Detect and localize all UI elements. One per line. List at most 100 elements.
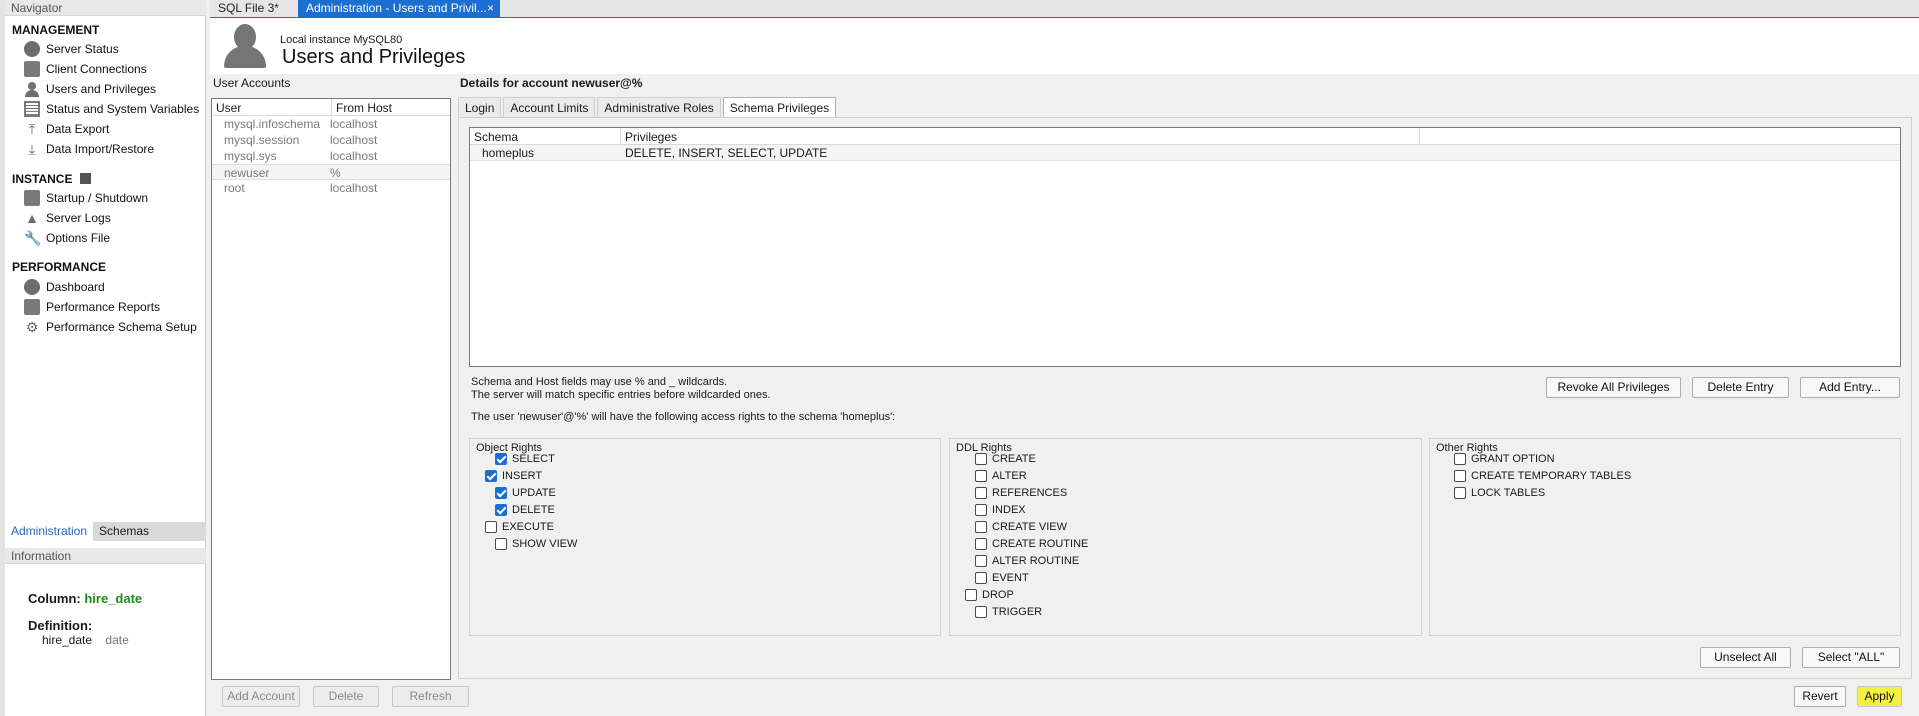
checkbox-references[interactable]: REFERENCES: [975, 487, 1067, 499]
add-account-button[interactable]: Add Account: [222, 686, 300, 707]
tab-schemas[interactable]: Schemas: [93, 522, 155, 541]
checkbox-label: EXECUTE: [502, 521, 554, 533]
checkbox-grant-option[interactable]: GRANT OPTION: [1454, 453, 1555, 465]
checkbox-box: [1454, 453, 1466, 465]
checkbox-box: [1454, 470, 1466, 482]
nav-item-label: Data Export: [46, 122, 110, 136]
checkbox-insert[interactable]: INSERT: [485, 470, 542, 482]
add-entry-button[interactable]: Add Entry...: [1800, 377, 1900, 398]
tab-schema-privileges[interactable]: Schema Privileges: [722, 97, 837, 117]
checkbox-execute[interactable]: EXECUTE: [485, 521, 554, 533]
revert-button[interactable]: Revert: [1794, 686, 1846, 707]
section-management: MANAGEMENT: [12, 23, 100, 37]
column-privileges[interactable]: Privileges: [621, 128, 1420, 144]
checkbox-box: [975, 487, 987, 499]
tab-sql-file-3[interactable]: SQL File 3*: [210, 0, 296, 17]
checkbox-event[interactable]: EVENT: [975, 572, 1029, 584]
checkbox-box: [495, 504, 507, 516]
nav-users-and-privileges[interactable]: Users and Privileges: [24, 80, 156, 98]
table-row-selected[interactable]: newuser %: [212, 164, 450, 180]
select-all-button[interactable]: Select "ALL": [1802, 647, 1900, 668]
tab-account-limits[interactable]: Account Limits: [503, 97, 596, 117]
tab-administration[interactable]: Administration: [5, 522, 94, 541]
checkbox-box: [1454, 487, 1466, 499]
checkbox-show-view[interactable]: SHOW VIEW: [495, 538, 577, 550]
nav-item-label: Client Connections: [46, 62, 147, 76]
navigator-edge: [0, 0, 5, 716]
checkbox-lock-tables[interactable]: LOCK TABLES: [1454, 487, 1545, 499]
nav-item-label: Performance Schema Setup: [46, 320, 197, 334]
column-user[interactable]: User: [212, 99, 332, 115]
checkbox-box: [965, 589, 977, 601]
user-accounts-table[interactable]: User From Host mysql.infoschema localhos…: [211, 98, 451, 680]
variables-icon: [24, 101, 40, 117]
match-note: The server will match specific entries b…: [471, 389, 771, 401]
table-row[interactable]: homeplus DELETE, INSERT, SELECT, UPDATE: [470, 145, 1900, 161]
cell-user: mysql.infoschema: [224, 117, 321, 131]
cell-user: newuser: [224, 166, 270, 180]
checkbox-alter-routine[interactable]: ALTER ROUTINE: [975, 555, 1079, 567]
delete-account-button[interactable]: Delete: [313, 686, 379, 707]
checkbox-index[interactable]: INDEX: [975, 504, 1026, 516]
revoke-all-privileges-button[interactable]: Revoke All Privileges: [1546, 377, 1681, 398]
nav-startup-shutdown[interactable]: Startup / Shutdown: [24, 189, 148, 207]
table-row[interactable]: mysql.session localhost: [212, 132, 450, 148]
access-rights-note: The user 'newuser'@'%' will have the fol…: [471, 411, 896, 423]
definition-name: hire_date: [42, 633, 93, 647]
tab-administration-users[interactable]: Administration - Users and Privil... ×: [298, 0, 500, 17]
checkbox-create-routine[interactable]: CREATE ROUTINE: [975, 538, 1088, 550]
table-row[interactable]: root localhost: [212, 180, 450, 196]
checkbox-trigger[interactable]: TRIGGER: [975, 606, 1042, 618]
nav-item-label: Performance Reports: [46, 300, 161, 314]
column-from-host[interactable]: From Host: [332, 99, 396, 115]
nav-data-import-restore[interactable]: ⤓ Data Import/Restore: [24, 140, 154, 158]
nav-server-status[interactable]: Server Status: [24, 40, 119, 58]
table-row[interactable]: mysql.infoschema localhost: [212, 116, 450, 132]
checkbox-create[interactable]: CREATE: [975, 453, 1036, 465]
checkbox-create-temporary-tables[interactable]: CREATE TEMPORARY TABLES: [1454, 470, 1631, 482]
checkbox-box: [485, 521, 497, 533]
nav-performance-reports[interactable]: Performance Reports: [24, 298, 160, 316]
checkbox-delete[interactable]: DELETE: [495, 504, 555, 516]
object-rights-group: Object Rights SELECT INSERT UPDATE DELET…: [469, 438, 941, 636]
reports-icon: [24, 299, 40, 315]
details-title: Details for account newuser@%: [460, 76, 643, 90]
checkbox-update[interactable]: UPDATE: [495, 487, 556, 499]
refresh-button[interactable]: Refresh: [392, 686, 469, 707]
info-column-value: hire_date: [84, 591, 143, 606]
checkbox-alter[interactable]: ALTER: [975, 470, 1027, 482]
schema-privileges-table[interactable]: Schema Privileges homeplus DELETE, INSER…: [469, 127, 1901, 367]
unselect-all-button[interactable]: Unselect All: [1700, 647, 1791, 668]
tab-administrative-roles[interactable]: Administrative Roles: [597, 97, 721, 117]
nav-data-export[interactable]: ⤒ Data Export: [24, 120, 109, 138]
checkbox-label: REFERENCES: [992, 487, 1068, 499]
checkbox-box: [975, 572, 987, 584]
checkbox-box: [485, 470, 497, 482]
cell-host: localhost: [330, 117, 378, 131]
checkbox-box: [975, 606, 987, 618]
table-row[interactable]: mysql.sys localhost: [212, 148, 450, 164]
checkbox-drop[interactable]: DROP: [965, 589, 1014, 601]
nav-status-system-variables[interactable]: Status and System Variables: [24, 100, 199, 118]
delete-entry-button[interactable]: Delete Entry: [1692, 377, 1789, 398]
ddl-rights-group: DDL Rights CREATE ALTER REFERENCES INDEX…: [949, 438, 1422, 636]
startup-icon: [24, 190, 40, 206]
apply-button[interactable]: Apply: [1857, 686, 1902, 707]
cell-host: %: [330, 166, 341, 180]
nav-options-file[interactable]: 🔧 Options File: [24, 229, 110, 247]
checkbox-label: DROP: [982, 589, 1014, 601]
nav-dashboard[interactable]: Dashboard: [24, 278, 105, 296]
info-definition-label: Definition:: [28, 618, 92, 633]
checkbox-box: [975, 538, 987, 550]
nav-server-logs[interactable]: ▲ Server Logs: [24, 209, 111, 227]
nav-performance-schema-setup[interactable]: ⚙ Performance Schema Setup: [24, 318, 197, 336]
checkbox-create-view[interactable]: CREATE VIEW: [975, 521, 1067, 533]
instance-link-icon[interactable]: [79, 173, 91, 184]
nav-client-connections[interactable]: Client Connections: [24, 60, 147, 78]
tab-login[interactable]: Login: [458, 97, 502, 117]
cell-host: localhost: [330, 181, 378, 195]
column-schema[interactable]: Schema: [470, 128, 621, 144]
users-icon: [224, 24, 266, 68]
checkbox-select[interactable]: SELECT: [495, 453, 555, 465]
close-icon[interactable]: ×: [487, 1, 494, 15]
